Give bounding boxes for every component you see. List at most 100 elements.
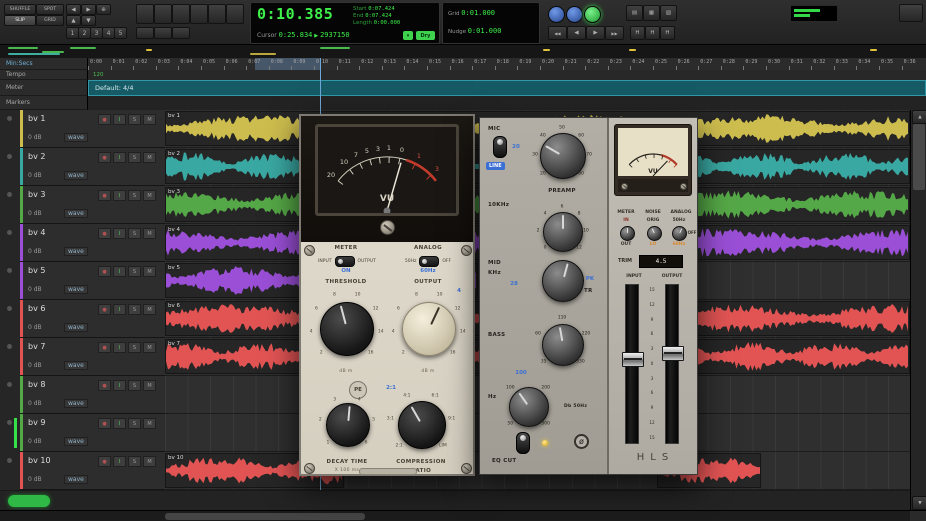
track-name[interactable]: bv 3 — [28, 190, 45, 199]
grabber-tool-button[interactable] — [172, 4, 190, 24]
analog-hum-switch[interactable] — [419, 256, 439, 267]
input-monitor-button[interactable]: I — [113, 152, 126, 163]
vertical-scrollbar[interactable]: ▲ ▼ — [910, 110, 926, 510]
selector-tool-button[interactable] — [154, 4, 172, 24]
track-view-selector[interactable]: wave — [64, 399, 88, 408]
edit-option-button-3[interactable] — [172, 27, 190, 39]
grid-display-button-3[interactable]: ▧ — [660, 5, 677, 21]
output-fader-handle[interactable] — [662, 346, 684, 361]
grid-display-button-1[interactable]: ▤ — [626, 5, 643, 21]
scroll-right-button[interactable]: ▶ — [81, 4, 96, 15]
forward-button[interactable]: ▶ — [586, 26, 605, 40]
track-header[interactable]: bv 4●ISM0 dBwave — [0, 224, 165, 262]
ruler-name-meter[interactable]: Meter — [0, 80, 88, 96]
record-arm-button[interactable]: ● — [98, 152, 111, 163]
compression-ratio-knob[interactable] — [398, 401, 446, 449]
track-view-selector[interactable]: wave — [64, 247, 88, 256]
track-header[interactable]: bv 5●ISM0 dBwave — [0, 262, 165, 300]
universe-strip[interactable] — [0, 44, 926, 59]
metronome-button[interactable] — [566, 6, 583, 23]
solo-button[interactable]: S — [128, 228, 141, 239]
solo-button[interactable]: S — [128, 380, 141, 391]
record-arm-button[interactable]: ● — [98, 342, 111, 353]
zoom-tool-button[interactable]: ⊕ — [96, 4, 111, 15]
mute-button[interactable]: M — [143, 190, 156, 201]
track-view-selector[interactable]: wave — [64, 133, 88, 142]
record-arm-button[interactable]: ● — [98, 304, 111, 315]
eq-cut-switch[interactable] — [516, 432, 530, 454]
tempo-marker-value[interactable]: 120 — [93, 72, 104, 78]
track-name[interactable]: bv 1 — [28, 114, 45, 123]
zoom-preset-5[interactable]: 5 — [114, 27, 127, 39]
track-view-selector[interactable]: wave — [64, 361, 88, 370]
edit-option-button-2[interactable] — [154, 27, 172, 39]
mute-button[interactable]: M — [143, 342, 156, 353]
mute-button[interactable]: M — [143, 456, 156, 467]
solo-button[interactable]: S — [128, 304, 141, 315]
solo-button[interactable]: S — [128, 190, 141, 201]
mute-button[interactable]: M — [143, 418, 156, 429]
caret-pill-button[interactable]: ▾ — [403, 31, 413, 40]
ruler-name-tempo[interactable]: Tempo — [0, 70, 88, 80]
solo-button[interactable]: S — [128, 456, 141, 467]
scrollbar-thumb[interactable] — [913, 124, 925, 190]
track-header[interactable]: bv 8●ISM0 dBwave — [0, 376, 165, 414]
track-header[interactable]: bv 7●ISM0 dBwave — [0, 338, 165, 376]
mode-grid-button[interactable]: GRID — [36, 15, 64, 26]
end-field-value[interactable]: 0:07.424 — [365, 13, 392, 19]
mid-freq-knob[interactable] — [542, 260, 584, 302]
scroll-left-button[interactable]: ◀ — [66, 4, 81, 15]
output-knob[interactable] — [402, 302, 456, 356]
edit-option-button-1[interactable] — [136, 27, 154, 39]
resize-grip[interactable] — [910, 511, 926, 521]
input-monitor-button[interactable]: I — [113, 228, 126, 239]
input-monitor-button[interactable]: I — [113, 114, 126, 125]
scrollbar-down-button[interactable]: ▼ — [912, 496, 926, 510]
record-arm-button[interactable]: ● — [98, 418, 111, 429]
trim-tool-button[interactable] — [136, 4, 154, 24]
mute-button[interactable]: M — [143, 380, 156, 391]
mute-button[interactable]: M — [143, 152, 156, 163]
play-indicator-button[interactable] — [584, 6, 601, 23]
threshold-knob[interactable] — [320, 302, 374, 356]
h-button-2[interactable]: H — [645, 26, 660, 40]
h-button-3[interactable]: H — [660, 26, 675, 40]
markers-ruler[interactable] — [88, 96, 926, 111]
phase-button[interactable]: ø — [574, 434, 589, 449]
pencil-tool-button[interactable] — [208, 4, 226, 24]
track-header[interactable]: bv 9●ISM0 dBwave — [0, 414, 165, 452]
track-view-selector[interactable]: wave — [64, 285, 88, 294]
decay-time-knob[interactable] — [326, 403, 370, 447]
solo-button[interactable]: S — [128, 114, 141, 125]
back-button[interactable]: ◀ — [567, 26, 586, 40]
mute-button[interactable]: M — [143, 228, 156, 239]
track-view-selector[interactable]: wave — [64, 437, 88, 446]
output-fader-track[interactable] — [665, 284, 679, 444]
main-counter[interactable]: 0:10.385 — [257, 5, 333, 23]
grid-value[interactable]: 0:01.000 — [461, 9, 495, 17]
input-monitor-button[interactable]: I — [113, 418, 126, 429]
mute-button[interactable]: M — [143, 304, 156, 315]
hls-noise-switch[interactable] — [647, 226, 662, 241]
h-button-1[interactable]: H — [630, 26, 645, 40]
input-fader-handle[interactable] — [622, 352, 644, 367]
record-arm-button[interactable]: ● — [98, 190, 111, 201]
main-counter-panel[interactable]: 0:10.385 Start 0:07.424 End 0:07.424 Len… — [250, 2, 440, 44]
solo-button[interactable]: S — [128, 342, 141, 353]
input-monitor-button[interactable]: I — [113, 190, 126, 201]
ruler-name-markers[interactable]: Markers — [0, 96, 88, 110]
zoom-up-button[interactable]: ▲ — [66, 15, 81, 26]
mute-button[interactable]: M — [143, 266, 156, 277]
input-monitor-button[interactable]: I — [113, 380, 126, 391]
record-arm-button[interactable]: ● — [98, 228, 111, 239]
meter-source-switch[interactable] — [335, 256, 355, 267]
track-header[interactable]: bv 10●ISM0 dBwave — [0, 452, 165, 490]
meter-marker-value[interactable]: Default: 4/4 — [95, 84, 133, 92]
scrollbar-up-button[interactable]: ▲ — [912, 110, 926, 124]
hls-analog-switch[interactable] — [672, 226, 687, 241]
mode-spot-button[interactable]: SPOT — [36, 4, 64, 15]
meter-ruler[interactable]: Default: 4/4 — [88, 80, 926, 96]
solo-button[interactable]: S — [128, 266, 141, 277]
toolbar-menu-button[interactable] — [899, 4, 923, 22]
record-arm-button[interactable]: ● — [98, 456, 111, 467]
